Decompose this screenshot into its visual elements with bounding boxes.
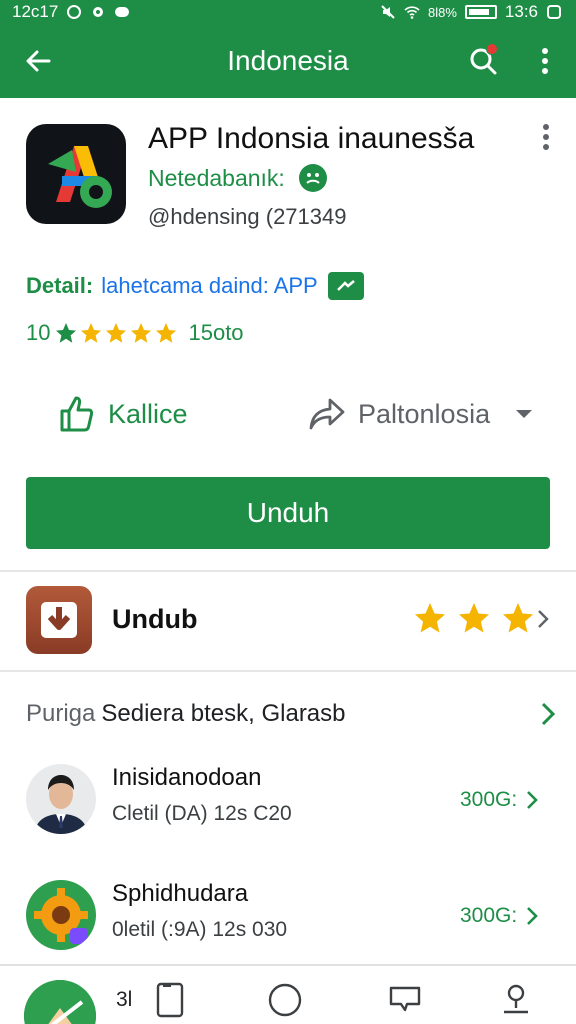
download-app-icon	[26, 586, 92, 654]
star-icon	[503, 603, 533, 633]
install-button[interactable]: Unduh	[26, 477, 550, 549]
circle-home-icon	[268, 983, 302, 1017]
search-button[interactable]	[452, 24, 514, 98]
action-row: Kallice Paltonlosia	[0, 388, 576, 440]
download-title: Undub	[112, 604, 198, 634]
status-time: 12c17	[12, 2, 59, 21]
chat-icon	[115, 7, 130, 17]
star-icon	[131, 323, 152, 343]
chat-bubble-icon	[389, 986, 421, 1012]
square-icon	[547, 5, 561, 19]
star-icon	[81, 323, 102, 343]
app-shortcut-graphic	[24, 980, 96, 1024]
person-avatar-graphic	[26, 764, 96, 834]
share-label: Paltonlosia	[358, 398, 491, 429]
gear-avatar-graphic	[26, 880, 96, 950]
star-icon	[156, 323, 177, 343]
tablet-icon	[156, 982, 184, 1018]
list-item-count: 300G:	[460, 904, 539, 928]
detail-label: Detail:	[26, 273, 94, 298]
arrow-left-icon	[26, 50, 51, 72]
detail-link[interactable]: lahetcama daind: APP	[101, 273, 317, 299]
mute-icon	[381, 5, 395, 19]
star-icon	[106, 323, 127, 343]
developer-name: Netedabanık:	[148, 164, 285, 191]
rating-count: 15oto	[188, 320, 244, 345]
arrow-icon	[336, 280, 355, 291]
app-name: APP Indonsia inaunesša	[148, 122, 475, 155]
section-header[interactable]: Puriga Sediera btesk, Glarasb	[26, 700, 556, 728]
thumb-up-icon	[60, 396, 94, 432]
bottom-app-icon[interactable]	[24, 980, 96, 1024]
like-button[interactable]: Kallice	[58, 388, 188, 440]
settings-icon	[93, 7, 104, 17]
list-item-count: 300G:	[460, 788, 539, 812]
list-item-title: Sphidhudara	[112, 880, 249, 907]
star-icon	[56, 323, 77, 343]
app-handle: @hdensing (271349	[148, 204, 347, 229]
star-icon	[415, 603, 445, 633]
status-bar: 12c17 8l8% 13:6	[0, 0, 576, 24]
bottom-nav: 3l	[0, 964, 576, 1024]
bottom-count: 3l	[116, 988, 133, 1011]
rating-line: 10 15oto	[26, 320, 244, 346]
app-logo-graphic	[48, 146, 112, 208]
list-item-subtitle: 0letil (:9A) 12s 030	[112, 918, 288, 941]
app-header: APP Indonsia inaunesša Netedabanık: @hde…	[0, 98, 576, 568]
star-icon	[459, 603, 489, 633]
list-item-subtitle: Cletil (DA) 12s C20	[112, 802, 292, 825]
notification-icon	[67, 5, 82, 19]
app-logo[interactable]	[26, 124, 126, 224]
share-icon	[309, 398, 345, 430]
battery-percent: 8l8%	[427, 4, 457, 20]
developer-badge-icon	[298, 164, 327, 192]
list-item-title: Inisidanodoan	[112, 764, 262, 791]
status-clock: 13:6	[504, 2, 538, 21]
battery-icon	[464, 5, 497, 19]
list-item[interactable]: Sphidhudara 0letil (:9A) 12s 030 300G:	[0, 868, 576, 964]
nav-chat-button[interactable]	[385, 980, 425, 1020]
chevron-right-icon	[527, 791, 539, 809]
section-title: Sediera btesk, Glarasb	[101, 700, 346, 727]
download-stars	[412, 600, 536, 636]
like-label: Kallice	[108, 398, 188, 429]
more-vert-icon	[542, 48, 548, 74]
count-value: 300G:	[460, 788, 518, 811]
open-link-button[interactable]	[327, 272, 364, 300]
divider	[0, 670, 576, 672]
detail-line: Detail: lahetcama daind: APP	[26, 272, 364, 300]
rating-stars	[54, 321, 178, 345]
share-button[interactable]: Paltonlosia	[308, 388, 533, 440]
app-more-button[interactable]	[532, 122, 560, 156]
chevron-right-icon	[541, 702, 556, 726]
nav-profile-button[interactable]	[496, 980, 536, 1020]
section-prefix: Puriga	[26, 700, 96, 727]
overflow-menu-button[interactable]	[514, 24, 576, 98]
list-item[interactable]: Inisidanodoan Cletil (DA) 12s C20 300G:	[0, 752, 576, 848]
download-icon	[41, 602, 77, 638]
avatar	[26, 880, 96, 950]
rating-value: 10	[26, 320, 51, 345]
avatar	[26, 764, 96, 834]
chevron-down-icon[interactable]	[516, 410, 533, 418]
back-button[interactable]	[0, 24, 76, 98]
count-value: 300G:	[460, 904, 518, 927]
nav-tablet-button[interactable]	[150, 980, 190, 1020]
app-bar: Indonesia	[0, 24, 576, 98]
wifi-icon	[404, 6, 420, 19]
notification-dot	[486, 43, 498, 55]
chevron-right-icon	[538, 610, 549, 628]
chevron-right-icon	[527, 907, 539, 925]
person-pin-icon	[504, 984, 528, 1014]
download-row[interactable]: Undub	[0, 572, 576, 670]
developer-link[interactable]: Netedabanık:	[148, 164, 327, 192]
nav-home-button[interactable]	[265, 980, 305, 1020]
more-vert-icon	[543, 124, 549, 150]
